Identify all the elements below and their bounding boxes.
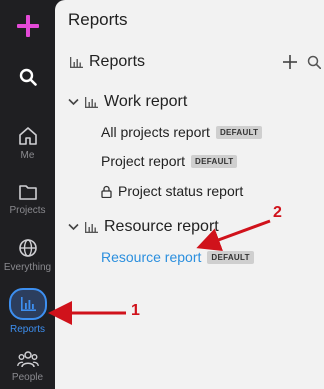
annotation-arrows — [48, 219, 271, 325]
annotation-label-1: 1 — [131, 302, 140, 319]
annotation-arrow-2 — [196, 219, 271, 252]
annotation-label-2: 2 — [273, 204, 282, 221]
